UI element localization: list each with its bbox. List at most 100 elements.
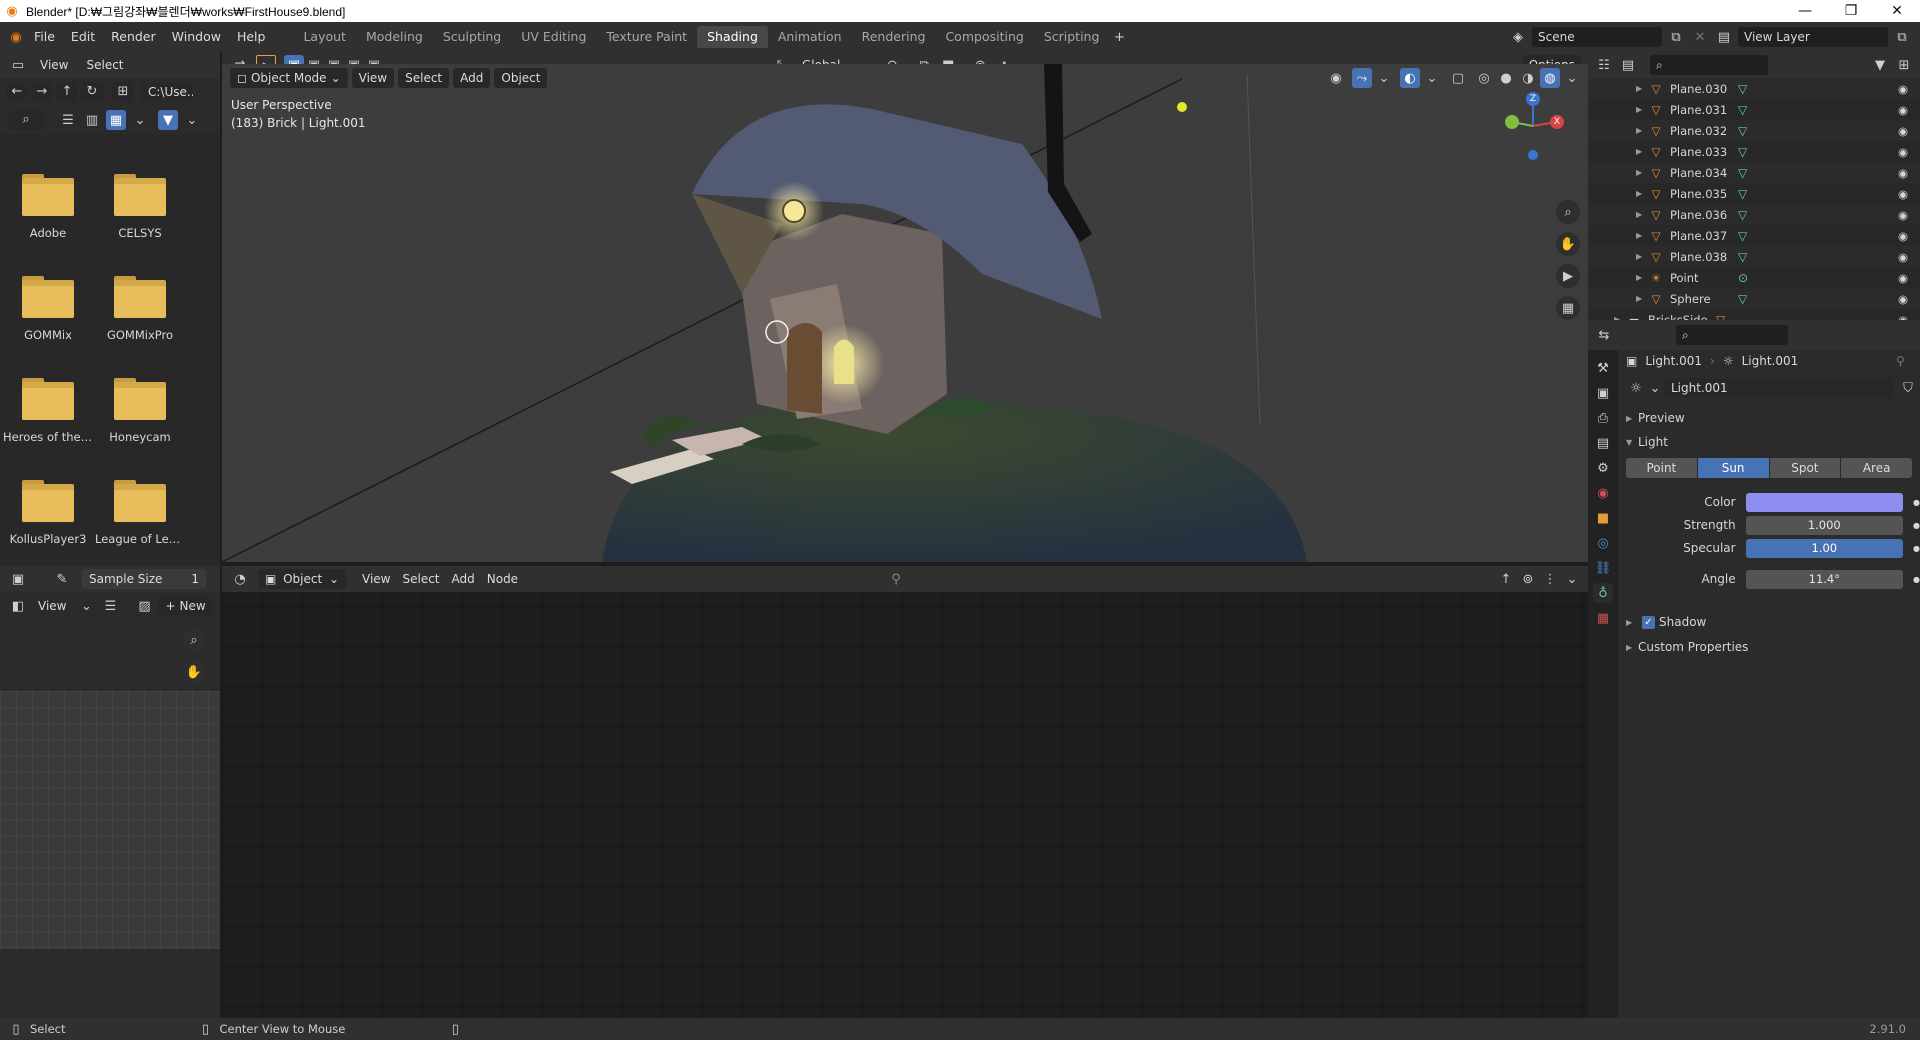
gizmo-neg-z-axis[interactable] bbox=[1528, 150, 1538, 160]
view-layer-field[interactable]: View Layer bbox=[1738, 27, 1888, 47]
shader-type-dropdown[interactable]: ▣ Object ⌄ bbox=[258, 569, 346, 589]
outliner-row[interactable]: ▶ ▽ Plane.038 ▽ ◉ bbox=[1588, 246, 1920, 267]
image-view-menu[interactable]: View bbox=[32, 599, 72, 613]
fb-view-menu[interactable]: View bbox=[34, 58, 74, 72]
outliner-type-icon[interactable]: ☷ bbox=[1594, 55, 1614, 75]
visibility-eye-icon[interactable]: ◉ bbox=[1898, 187, 1908, 201]
outliner-row[interactable]: ▶ ▽ Plane.033 ▽ ◉ bbox=[1588, 141, 1920, 162]
gizmo-x-axis[interactable]: X bbox=[1550, 115, 1564, 129]
light-type-spot[interactable]: Spot bbox=[1769, 458, 1841, 478]
mesh-data-icon[interactable]: ▽ bbox=[1738, 229, 1747, 243]
visibility-eye-icon[interactable]: ◉ bbox=[1898, 166, 1908, 180]
expand-triangle-icon[interactable]: ▶ bbox=[1636, 147, 1648, 156]
image-browse-icon[interactable]: ▨ bbox=[134, 596, 154, 616]
keyframe-dot-icon[interactable]: ● bbox=[1913, 498, 1920, 507]
scene-name-field[interactable]: Scene bbox=[1532, 27, 1662, 47]
outliner-row[interactable]: ▶ ▽ Plane.035 ▽ ◉ bbox=[1588, 183, 1920, 204]
constraints-tab-icon[interactable]: ⛓ bbox=[1593, 558, 1613, 578]
snap-node-icon[interactable]: ⊚ bbox=[1518, 569, 1538, 589]
new-scene-icon[interactable]: ⧉ bbox=[1666, 27, 1686, 47]
blender-menu-icon[interactable]: ◉ bbox=[6, 27, 26, 47]
expand-triangle-icon[interactable]: ▶ bbox=[1636, 189, 1648, 198]
visibility-eye-icon[interactable]: ◉ bbox=[1898, 103, 1908, 117]
outliner-row[interactable]: ▶ ▽ Plane.032 ▽ ◉ bbox=[1588, 120, 1920, 141]
node-editor-canvas[interactable] bbox=[222, 566, 1588, 1018]
light-data-tab-icon[interactable]: ♁ bbox=[1593, 583, 1613, 603]
light-type-sun[interactable]: Sun bbox=[1697, 458, 1769, 478]
zoom-icon[interactable]: ⌕ bbox=[1556, 200, 1580, 224]
search-icon[interactable]: ⌕ bbox=[8, 110, 44, 130]
back-arrow-icon[interactable]: ← bbox=[6, 82, 28, 102]
outliner-row[interactable]: ▶ ☀ Point ⊙ ◉ bbox=[1588, 267, 1920, 288]
view-chevron-icon[interactable]: ⌄ bbox=[76, 596, 96, 616]
light-section-header[interactable]: ▼ Light bbox=[1626, 430, 1668, 454]
pin-icon[interactable]: ⚲ bbox=[886, 569, 906, 589]
tab-shading[interactable]: Shading bbox=[697, 26, 768, 48]
parent-node-tree-icon[interactable]: ↑ bbox=[1496, 569, 1516, 589]
view-layer-selector-icon[interactable]: ▤ bbox=[1714, 27, 1734, 47]
parent-dir-icon[interactable]: ↑ bbox=[56, 82, 78, 102]
scene-tab-icon[interactable]: ⚙ bbox=[1593, 458, 1613, 478]
light-name-field[interactable]: Light.001 bbox=[1664, 378, 1894, 398]
keyframe-dot-icon[interactable]: ● bbox=[1913, 544, 1920, 553]
tab-uv-editing[interactable]: UV Editing bbox=[511, 26, 596, 48]
custom-properties-section-header[interactable]: ▶ Custom Properties bbox=[1626, 635, 1748, 659]
menu-render[interactable]: Render bbox=[103, 26, 164, 48]
sample-size-field[interactable]: Sample Size 1 bbox=[82, 569, 206, 589]
mesh-data-icon[interactable]: ▽ bbox=[1738, 250, 1747, 264]
filter-icon[interactable]: ▼ bbox=[158, 110, 178, 130]
expand-triangle-icon[interactable]: ▶ bbox=[1636, 105, 1648, 114]
shadow-section-header[interactable]: ▶ ✓ Shadow bbox=[1626, 610, 1706, 634]
mesh-data-icon[interactable]: ▽ bbox=[1738, 124, 1747, 138]
image-mode-icon[interactable]: ◧ bbox=[8, 596, 28, 616]
expand-triangle-icon[interactable]: ▶ bbox=[1636, 294, 1648, 303]
visibility-eye-icon[interactable]: ◉ bbox=[1898, 124, 1908, 138]
visibility-eye-icon[interactable]: ◉ bbox=[1898, 271, 1908, 285]
refresh-icon[interactable]: ↻ bbox=[81, 82, 103, 102]
menu-window[interactable]: Window bbox=[164, 26, 229, 48]
display-mode-icon[interactable]: ▤ bbox=[1618, 55, 1638, 75]
path-field[interactable]: C:\Use... bbox=[141, 82, 193, 102]
navigation-gizmo[interactable]: Z X bbox=[1498, 92, 1568, 164]
mesh-data-icon[interactable]: ▽ bbox=[1738, 187, 1747, 201]
visibility-eye-icon[interactable]: ◉ bbox=[1898, 145, 1908, 159]
thumbnail-view-icon[interactable]: ▦ bbox=[106, 110, 126, 130]
image-pan-icon[interactable]: ✋ bbox=[182, 660, 206, 684]
new-collection-icon[interactable]: ⊞ bbox=[1894, 55, 1914, 75]
camera-view-icon[interactable]: ▶ bbox=[1556, 264, 1580, 288]
forward-arrow-icon[interactable]: → bbox=[31, 82, 53, 102]
world-tab-icon[interactable]: ◉ bbox=[1593, 483, 1613, 503]
snap-dropdown-icon[interactable]: ⌄ bbox=[1562, 569, 1582, 589]
expand-triangle-icon[interactable]: ▶ bbox=[1636, 84, 1648, 93]
delete-scene-icon[interactable]: ✕ bbox=[1690, 27, 1710, 47]
add-workspace-icon[interactable]: + bbox=[1109, 27, 1129, 47]
folder-item[interactable]: Honeycam bbox=[94, 366, 186, 446]
tab-scripting[interactable]: Scripting bbox=[1034, 26, 1110, 48]
folder-item[interactable]: GOMMix bbox=[2, 264, 94, 344]
pan-hand-icon[interactable]: ✋ bbox=[1556, 232, 1580, 256]
expand-triangle-icon[interactable]: ▶ bbox=[1636, 273, 1648, 282]
tab-layout[interactable]: Layout bbox=[293, 26, 356, 48]
render-tab-icon[interactable]: ▣ bbox=[1593, 383, 1613, 403]
expand-triangle-icon[interactable]: ▶ bbox=[1636, 168, 1648, 177]
visibility-eye-icon[interactable]: ◉ bbox=[1898, 250, 1908, 264]
expand-triangle-icon[interactable]: ▶ bbox=[1636, 231, 1648, 240]
new-view-layer-icon[interactable]: ⧉ bbox=[1892, 27, 1912, 47]
visibility-eye-icon[interactable]: ◉ bbox=[1898, 82, 1908, 96]
angle-field[interactable]: 11.4° bbox=[1745, 569, 1904, 589]
keyframe-dot-icon[interactable]: ● bbox=[1913, 521, 1920, 530]
node-add-menu[interactable]: Add bbox=[446, 572, 481, 586]
tab-sculpting[interactable]: Sculpting bbox=[433, 26, 511, 48]
folder-item[interactable]: Adobe bbox=[2, 162, 94, 242]
folder-item[interactable]: CELSYS bbox=[94, 162, 186, 242]
vertical-list-icon[interactable]: ☰ bbox=[58, 110, 78, 130]
outliner-row[interactable]: ▶ ▽ Plane.030 ▽ ◉ bbox=[1588, 78, 1920, 99]
outliner-filter-icon[interactable]: ▼ bbox=[1870, 55, 1890, 75]
ortho-grid-icon[interactable]: ▦ bbox=[1556, 296, 1580, 320]
minimize-button[interactable]: — bbox=[1782, 0, 1828, 22]
shadow-checkbox[interactable]: ✓ bbox=[1642, 615, 1655, 629]
close-button[interactable]: ✕ bbox=[1874, 0, 1920, 22]
outliner-row[interactable]: ▶ ▽ Sphere ▽ ◉ bbox=[1588, 288, 1920, 309]
outliner-row[interactable]: ▶ ▽ Plane.034 ▽ ◉ bbox=[1588, 162, 1920, 183]
strength-field[interactable]: 1.000 bbox=[1745, 515, 1904, 535]
